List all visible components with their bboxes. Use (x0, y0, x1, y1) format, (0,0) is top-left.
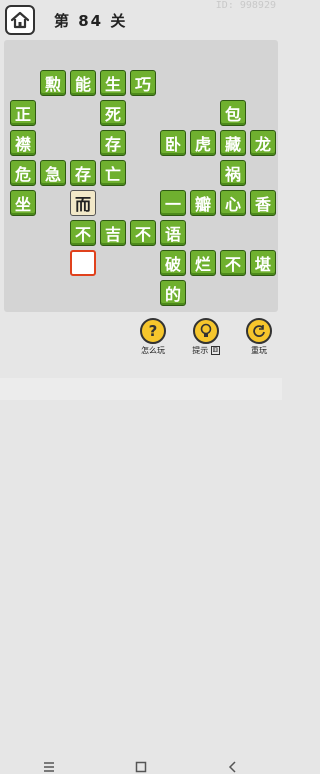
character-tile: 急 (40, 160, 66, 186)
character-tile: 瓣 (190, 190, 216, 216)
character-tile: 不 (70, 220, 96, 246)
character-tile: 的 (160, 280, 186, 306)
character-tile: 心 (220, 190, 246, 216)
character-tile: 龙 (250, 130, 276, 156)
character-tile: 堪 (250, 250, 276, 276)
question-icon: ? (140, 318, 166, 344)
character-tile: 存 (70, 160, 96, 186)
character-tile: 坐 (10, 190, 36, 216)
character-tile: 危 (10, 160, 36, 186)
character-tile: 藏 (220, 130, 246, 156)
character-tile: 能 (70, 70, 96, 96)
top-bar: 第 84 关 ID: 998929 (0, 0, 282, 40)
character-tile: 虎 (190, 130, 216, 156)
home-icon (10, 11, 30, 29)
dice-icon: ⚅ (210, 346, 220, 355)
character-tile: 烂 (190, 250, 216, 276)
character-tile: 破 (160, 250, 186, 276)
character-tile: 勲 (40, 70, 66, 96)
character-tile: 一 (160, 190, 186, 216)
character-tile: 亡 (100, 160, 126, 186)
lightbulb-icon (193, 318, 219, 344)
character-tile: 正 (10, 100, 36, 126)
level-title: 第 84 关 (54, 12, 128, 30)
system-nav-bar (0, 378, 282, 773)
refresh-icon (246, 318, 272, 344)
character-tile: 襟 (10, 130, 36, 156)
character-tile: 死 (100, 100, 126, 126)
how-to-play-button[interactable]: ? 怎么玩 (133, 318, 173, 356)
replay-label: 重玩 (251, 346, 267, 355)
puzzle-board: 勲能生巧死存亡正襟危坐急存而不吉不语包卧虎藏龙祸一瓣心香破烂不堪的 (4, 40, 278, 312)
character-tile: 吉 (100, 220, 126, 246)
replay-button[interactable]: 重玩 (239, 318, 279, 356)
home-button[interactable] (5, 5, 35, 35)
home-square-icon[interactable] (134, 760, 148, 774)
character-tile: 不 (220, 250, 246, 276)
character-tile: 生 (100, 70, 126, 96)
character-tile: 包 (220, 100, 246, 126)
character-tile: 卧 (160, 130, 186, 156)
character-tile: 祸 (220, 160, 246, 186)
menu-icon[interactable] (42, 760, 56, 774)
answer-tile[interactable]: 而 (70, 190, 96, 216)
character-tile: 语 (160, 220, 186, 246)
how-to-play-label: 怎么玩 (141, 346, 165, 355)
hint-button[interactable]: 提示 ⚅ (186, 318, 226, 356)
character-tile: 香 (250, 190, 276, 216)
character-tile: 存 (100, 130, 126, 156)
empty-answer-slot[interactable] (70, 250, 96, 276)
character-tile: 不 (130, 220, 156, 246)
back-icon[interactable] (226, 760, 240, 774)
hint-label: 提示 ⚅ (192, 346, 220, 355)
player-id: ID: 998929 (215, 0, 276, 11)
character-tile: 巧 (130, 70, 156, 96)
